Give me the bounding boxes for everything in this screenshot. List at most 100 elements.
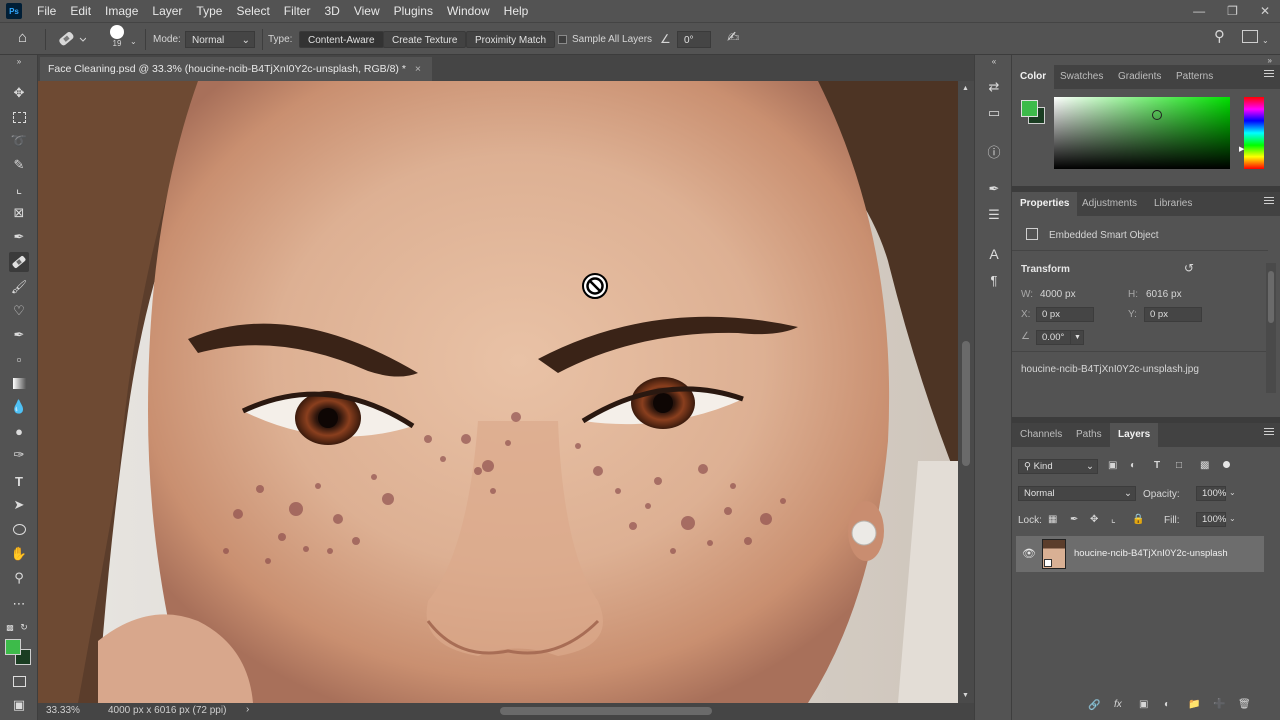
blur-tool-icon[interactable]: 💧 [9, 397, 29, 417]
scroll-down-icon[interactable]: ▼ [962, 692, 969, 699]
menu-image[interactable]: Image [98, 0, 145, 22]
filter-pixel-icon[interactable]: ▣ [1108, 460, 1117, 471]
link-layers-icon[interactable]: 🔗 [1088, 700, 1100, 711]
tab-properties[interactable]: Properties [1012, 192, 1078, 216]
menu-window[interactable]: Window [440, 0, 497, 22]
vertical-scrollbar[interactable]: ▲ ▼ [958, 81, 974, 703]
chevron-down-icon[interactable]: ▼ [1070, 330, 1084, 345]
marquee-tool-icon[interactable] [9, 107, 29, 127]
quick-mask-icon[interactable] [9, 671, 29, 691]
workspace-icon[interactable] [1242, 30, 1258, 43]
comments-panel-icon[interactable]: ▭ [984, 103, 1004, 123]
eyedropper-tool-icon[interactable]: ✒ [9, 227, 29, 247]
scroll-up-icon[interactable]: ▲ [962, 85, 969, 92]
properties-scrollbar[interactable] [1266, 263, 1276, 393]
default-colors-icon[interactable]: ▩ [4, 621, 16, 633]
lock-artboard-icon[interactable]: ⌞ [1111, 514, 1116, 525]
proximity-match-button[interactable]: Proximity Match [466, 31, 556, 48]
vertical-scroll-thumb[interactable] [962, 341, 970, 466]
menu-type[interactable]: Type [189, 0, 229, 22]
menu-select[interactable]: Select [229, 0, 276, 22]
lock-transparent-icon[interactable]: ▦ [1048, 514, 1057, 525]
more-tools-icon[interactable]: ⋯ [9, 594, 29, 614]
close-window-icon[interactable]: ✕ [1260, 4, 1270, 18]
menu-file[interactable]: File [30, 0, 63, 22]
document-canvas[interactable] [38, 81, 958, 703]
menu-layer[interactable]: Layer [145, 0, 189, 22]
paragraph-panel-icon[interactable]: ¶ [984, 270, 1004, 290]
filter-shape-icon[interactable]: □ [1176, 460, 1182, 471]
type-tool-icon[interactable]: T [9, 471, 29, 491]
properties-scroll-thumb[interactable] [1268, 271, 1274, 323]
panel-menu-icon[interactable] [1264, 197, 1274, 207]
quick-selection-tool-icon[interactable]: ✎ [9, 155, 29, 175]
tab-layers[interactable]: Layers [1110, 423, 1159, 447]
content-aware-button[interactable]: Content-Aware [299, 31, 384, 48]
ellipse-tool-icon[interactable] [9, 519, 29, 539]
tab-color[interactable]: Color [1012, 65, 1055, 89]
angle-input[interactable]: 0° [677, 31, 711, 48]
create-texture-button[interactable]: Create Texture [383, 31, 467, 48]
tab-patterns[interactable]: Patterns [1168, 65, 1221, 89]
visibility-eye-icon[interactable]: 👁 [1022, 547, 1036, 560]
foreground-color-swatch[interactable] [5, 639, 21, 655]
collapse-toolbar-icon[interactable]: » [9, 56, 29, 66]
delete-layer-icon[interactable]: 🗑 [1238, 699, 1251, 710]
hue-slider[interactable]: ▶ [1239, 97, 1264, 169]
history-panel-icon[interactable]: ⇄ [984, 77, 1004, 97]
home-icon[interactable]: ⌂ [18, 29, 27, 46]
path-selection-tool-icon[interactable]: ➤ [9, 495, 29, 515]
lasso-tool-icon[interactable]: ➰ [9, 131, 29, 151]
zoom-tool-icon[interactable]: ⚲ [9, 568, 29, 588]
menu-view[interactable]: View [347, 0, 387, 22]
chevron-down-icon[interactable]: ⌄ [1262, 32, 1269, 49]
color-picker-handle[interactable] [1152, 110, 1162, 120]
swap-colors-icon[interactable]: ↻ [18, 621, 30, 633]
menu-filter[interactable]: Filter [277, 0, 318, 22]
tool-preset-picker[interactable] [56, 28, 87, 46]
spot-healing-brush-tool-icon[interactable] [9, 252, 29, 272]
tab-paths[interactable]: Paths [1068, 423, 1110, 447]
add-mask-icon[interactable]: ▣ [1139, 699, 1148, 710]
brush-tool-icon[interactable]: 🖌 [9, 277, 29, 297]
layer-filter-kind[interactable]: ⚲ Kind ⌄ [1018, 459, 1098, 474]
status-menu-arrow[interactable]: › [246, 704, 249, 715]
zoom-level[interactable]: 33.33% [46, 705, 80, 716]
x-input[interactable]: 0 px [1036, 307, 1094, 322]
collapse-panels-icon[interactable]: » [1268, 56, 1272, 65]
chevron-down-icon[interactable]: ⌄ [1229, 488, 1236, 497]
dodge-tool-icon[interactable]: ● [9, 421, 29, 441]
move-tool-icon[interactable]: ✥ [9, 83, 29, 103]
tab-swatches[interactable]: Swatches [1052, 65, 1111, 89]
clone-stamp-tool-icon[interactable]: ♡ [9, 301, 29, 321]
layer-style-icon[interactable]: fx [1114, 699, 1122, 710]
new-layer-icon[interactable]: ➕ [1213, 699, 1225, 710]
history-brush-tool-icon[interactable]: ✒ [9, 325, 29, 345]
width-value[interactable]: 4000 px [1040, 289, 1076, 300]
restore-icon[interactable]: ❐ [1227, 4, 1238, 18]
y-input[interactable]: 0 px [1144, 307, 1202, 322]
brushes-panel-icon[interactable]: ☰ [984, 205, 1004, 225]
brush-size-picker[interactable]: 19 [106, 25, 128, 53]
pen-tool-icon[interactable]: ✑ [9, 445, 29, 465]
chevron-down-icon[interactable]: ⌄ [130, 33, 137, 50]
hue-slider-handle[interactable]: ▶ [1239, 145, 1244, 153]
collapse-strip-icon[interactable]: « [984, 56, 1004, 66]
crop-tool-icon[interactable]: ⌞ [9, 179, 29, 199]
screen-mode-icon[interactable]: ▣ [9, 695, 29, 715]
lock-all-icon[interactable]: 🔒 [1132, 514, 1144, 525]
tab-adjustments[interactable]: Adjustments [1074, 192, 1145, 216]
lock-image-icon[interactable]: ✒ [1070, 514, 1078, 525]
fill-input[interactable]: 100% [1196, 512, 1226, 527]
reset-transform-icon[interactable]: ↺ [1184, 261, 1194, 275]
menu-plugins[interactable]: Plugins [387, 0, 440, 22]
menu-help[interactable]: Help [497, 0, 536, 22]
blend-mode-select[interactable]: Normal ⌄ [1018, 486, 1136, 501]
minimize-icon[interactable]: — [1193, 4, 1205, 18]
frame-tool-icon[interactable]: ⊠ [9, 203, 29, 223]
lock-position-icon[interactable]: ✥ [1090, 514, 1098, 525]
layer-name[interactable]: houcine-ncib-B4TjXnI0Y2c-unsplash [1074, 548, 1228, 559]
filter-adjustment-icon[interactable]: ◐ [1130, 460, 1136, 471]
panel-menu-icon[interactable] [1264, 70, 1274, 80]
tab-libraries[interactable]: Libraries [1146, 192, 1200, 216]
